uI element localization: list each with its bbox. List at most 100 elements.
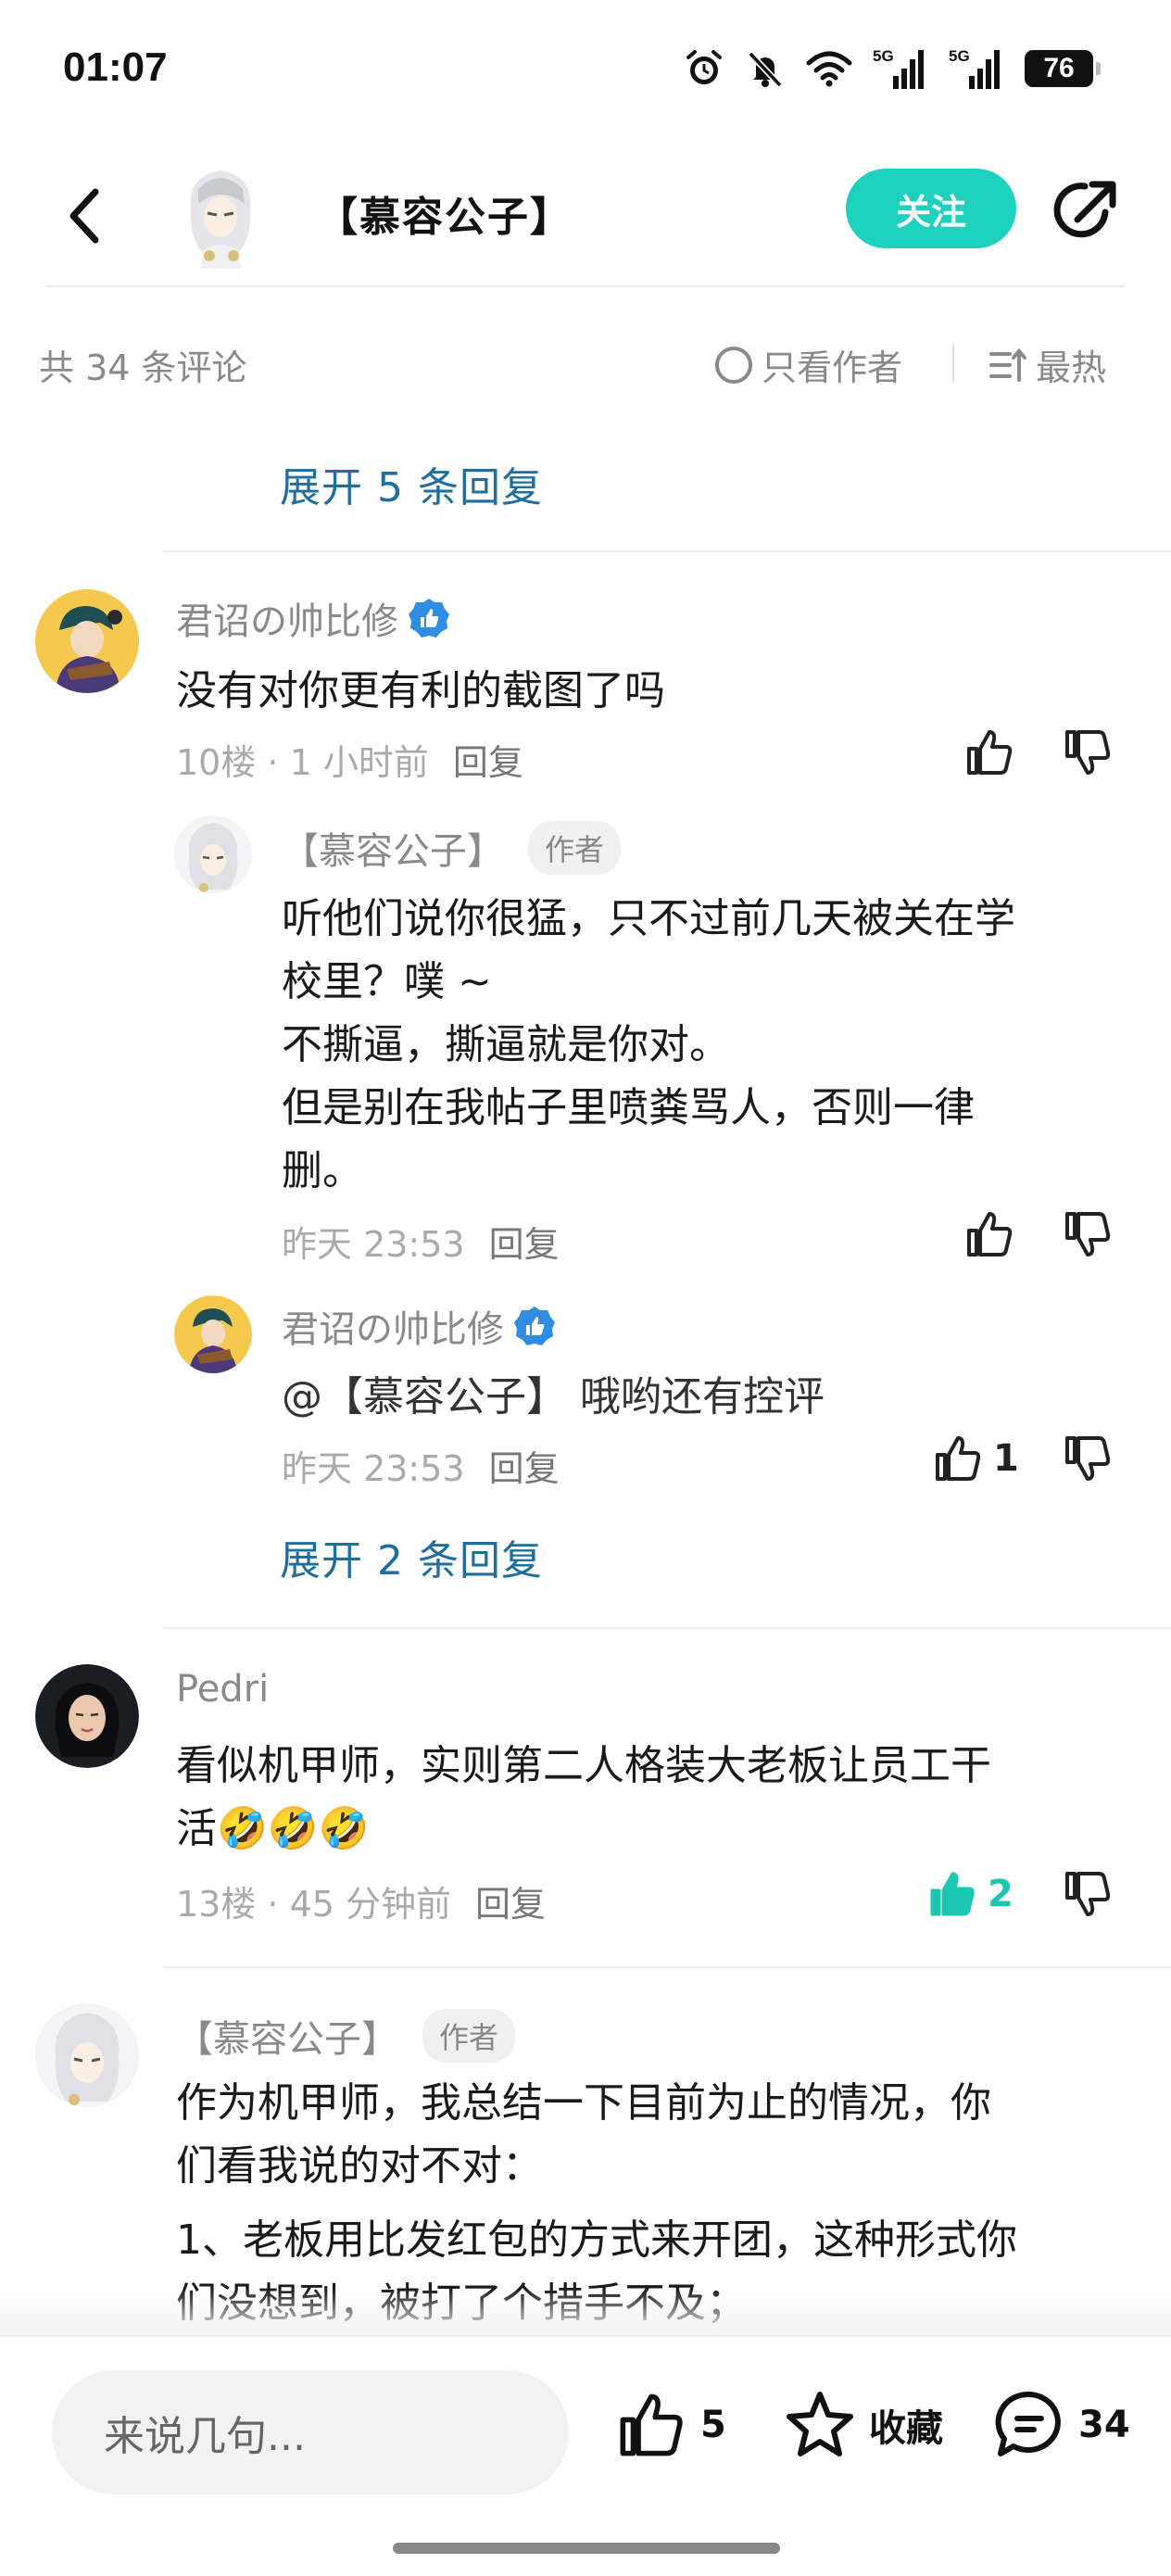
- reply-button[interactable]: 回复: [453, 734, 523, 785]
- author-only-label: 只看作者: [762, 347, 903, 388]
- status-time: 01:07: [63, 44, 168, 90]
- like-button[interactable]: [963, 1208, 1015, 1260]
- reply-button[interactable]: 回复: [475, 1875, 546, 1926]
- signal-5g-icon: 5G: [873, 47, 924, 89]
- verified-icon: [514, 1307, 555, 1345]
- author-only-toggle[interactable]: 只看作者: [715, 339, 902, 390]
- wifi-icon: [806, 51, 852, 87]
- svg-text:5G: 5G: [873, 47, 894, 65]
- comment-divider: [163, 1627, 1171, 1629]
- signal-5g-icon: 5G: [949, 47, 1000, 89]
- reply-author[interactable]: 【慕容公子】 作者: [282, 821, 622, 875]
- sort-label: 最热: [1036, 347, 1107, 388]
- text-line: 1、老板用比发红包的方式来开团，这种形式你: [176, 2216, 1017, 2264]
- username: 君诏の帅比修: [282, 1308, 504, 1351]
- dislike-button[interactable]: [1062, 1208, 1114, 1264]
- comment-meta: 13楼 · 45 分钟前 回复: [176, 1875, 546, 1926]
- comment-text: 看似机甲师，实则第二人格装大老板让员工干 活🤣🤣🤣: [176, 1735, 991, 1861]
- comment-meta: 10楼 · 1 小时前 回复: [176, 734, 523, 785]
- post-header: 【慕容公子】 关注: [0, 148, 1171, 287]
- reply-button[interactable]: 回复: [489, 1440, 560, 1491]
- alarm-icon: [686, 50, 722, 84]
- reply-text: @【慕容公子】 哦哟还有控评: [282, 1373, 825, 1421]
- share-icon: [1053, 181, 1116, 238]
- follow-button[interactable]: 关注: [846, 169, 1016, 248]
- avatar[interactable]: [174, 815, 252, 893]
- like-button[interactable]: 1: [932, 1433, 1019, 1484]
- comment-count: 共 34 条评论: [39, 347, 247, 388]
- comment-text: 没有对你更有利的截图了吗: [176, 667, 665, 714]
- verified-icon: [409, 599, 449, 638]
- reply-time: 昨天 23:53: [282, 1224, 465, 1265]
- bottom-bar: 来说几句... 5 收藏 34: [0, 2335, 1171, 2576]
- svg-text:5G: 5G: [949, 47, 970, 65]
- comment-author[interactable]: 【慕容公子】 作者: [176, 2009, 516, 2063]
- author-tag: 作者: [528, 821, 622, 875]
- status-icons: 5G 5G 76: [684, 43, 1101, 95]
- text-line: 们看我说的对不对：: [176, 2142, 543, 2190]
- thumbs-up-icon: [620, 2393, 683, 2456]
- comment-author[interactable]: 君诏の帅比修: [176, 591, 450, 645]
- like-count: 2: [988, 1873, 1014, 1915]
- reply-author[interactable]: 君诏の帅比修: [282, 1299, 556, 1353]
- comment-toolbar: 共 34 条评论 只看作者 最热: [0, 324, 1171, 398]
- comments-button[interactable]: 34: [993, 2389, 1130, 2461]
- thumbs-up-icon: [936, 1436, 981, 1481]
- comment-count-badge: 34: [1078, 2404, 1130, 2446]
- reply-meta: 昨天 23:53 回复: [282, 1440, 560, 1491]
- expand-replies-link[interactable]: 展开 2 条回复: [280, 1527, 543, 1586]
- status-bar: 01:07 5G 5G 76: [0, 0, 1171, 139]
- avatar[interactable]: [174, 1295, 252, 1373]
- share-button[interactable]: [1049, 172, 1125, 248]
- comment-input[interactable]: 来说几句...: [52, 2370, 569, 2494]
- favorite-label: 收藏: [869, 2407, 943, 2450]
- author-tag: 作者: [422, 2009, 516, 2063]
- thumbs-up-icon: [967, 730, 1013, 775]
- favorite-button[interactable]: 收藏: [784, 2389, 943, 2461]
- thumbs-down-icon: [1065, 1436, 1111, 1481]
- floor-time: 10楼 · 1 小时前: [176, 742, 429, 783]
- username: 【慕容公子】: [282, 830, 504, 873]
- reply-meta: 昨天 23:53 回复: [282, 1216, 560, 1267]
- bottom-fade: [0, 2289, 1171, 2335]
- mute-bell-icon: [748, 51, 783, 88]
- like-button[interactable]: 2: [926, 1868, 1014, 1920]
- star-icon: [787, 2392, 853, 2456]
- text-line: 看似机甲师，实则第二人格装大老板让员工干: [176, 1742, 991, 1789]
- dislike-button[interactable]: [1062, 1433, 1114, 1488]
- post-like-count: 5: [700, 2404, 726, 2446]
- like-count: 1: [993, 1437, 1019, 1480]
- author-avatar[interactable]: [172, 161, 269, 271]
- reply-text: 听他们说你很猛，只不过前几天被关在学 校里？噗 ~ 不撕逼，撕逼就是你对。 但是…: [282, 888, 1015, 1203]
- reply-button[interactable]: 回复: [489, 1216, 560, 1267]
- dislike-button[interactable]: [1062, 726, 1114, 782]
- avatar[interactable]: [35, 1664, 139, 1768]
- username: Pedri: [176, 1668, 270, 1711]
- avatar[interactable]: [35, 2003, 139, 2107]
- expand-replies-link[interactable]: 展开 5 条回复: [280, 454, 543, 513]
- username: 【慕容公子】: [176, 2018, 398, 2061]
- floor-time: 13楼 · 45 分钟前: [176, 1884, 452, 1925]
- like-button[interactable]: [963, 726, 1015, 778]
- username: 君诏の帅比修: [176, 600, 398, 643]
- author-name[interactable]: 【慕容公子】: [317, 183, 573, 243]
- chevron-left-icon: [69, 188, 99, 244]
- text-line: 听他们说你很猛，只不过前几天被关在学: [282, 895, 1015, 942]
- comment-author[interactable]: Pedri: [176, 1668, 269, 1711]
- comment-bubble-icon: [995, 2391, 1061, 2456]
- post-like-button[interactable]: 5: [615, 2389, 726, 2461]
- dislike-button[interactable]: [1062, 1868, 1114, 1924]
- back-button[interactable]: [52, 174, 117, 258]
- sort-button[interactable]: 最热: [989, 339, 1106, 390]
- avatar[interactable]: [35, 589, 139, 693]
- thumbs-up-icon: [967, 1212, 1013, 1256]
- comment-divider: [163, 1966, 1171, 1968]
- thumbs-down-icon: [1065, 1872, 1111, 1916]
- comment-divider: [163, 550, 1171, 552]
- text-line: 作为机甲师，我总结一下目前为止的情况，你: [176, 2079, 991, 2127]
- text-line: 活🤣🤣🤣: [176, 1805, 370, 1852]
- thumbs-down-icon: [1065, 1212, 1111, 1256]
- home-indicator[interactable]: [393, 2543, 780, 2554]
- battery-icon: 76: [1025, 50, 1101, 87]
- sort-icon: [989, 347, 1026, 382]
